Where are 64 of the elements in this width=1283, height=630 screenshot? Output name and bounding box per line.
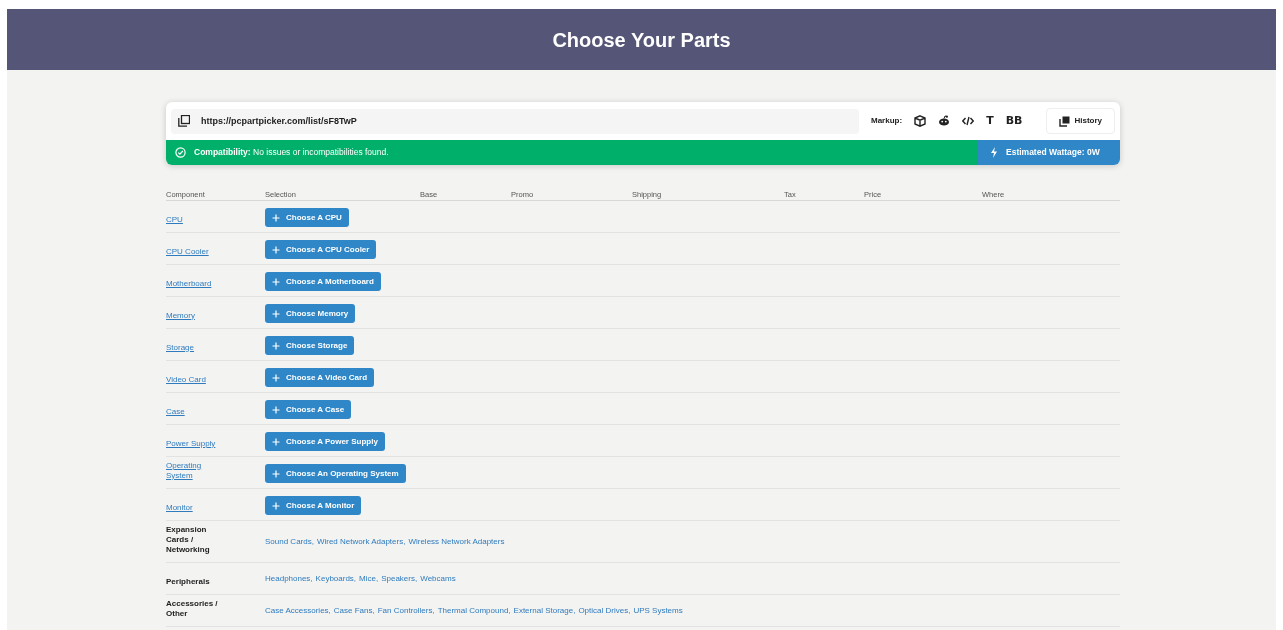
plus-icon [272, 213, 280, 222]
wattage-text: Estimated Wattage: 0W [1006, 146, 1100, 159]
component-link[interactable]: Storage [166, 342, 195, 353]
plus-icon [272, 245, 280, 254]
category-link[interactable]: Case Accessories, [265, 604, 331, 617]
plus-icon [272, 501, 280, 510]
page-title: Choose Your Parts [552, 27, 731, 53]
history-icon [1059, 115, 1071, 127]
component-link[interactable]: Video Card [166, 374, 206, 385]
plus-icon [272, 277, 280, 286]
choose-part-button[interactable]: Choose A Monitor [265, 496, 362, 515]
category-link[interactable]: Headphones, [265, 572, 313, 585]
category-link[interactable]: Keyboards, [315, 572, 357, 585]
choose-part-button[interactable]: Choose A Case [265, 400, 352, 419]
category-link[interactable]: Fan Controllers, [377, 604, 435, 617]
category-link[interactable]: External Storage, [513, 604, 576, 617]
choose-part-button[interactable]: Choose Memory [265, 304, 356, 323]
category-link[interactable]: Optical Drives, [578, 604, 631, 617]
category-link[interactable]: Speakers, [381, 572, 418, 585]
url-field[interactable]: https://pcpartpicker.com/list/sF8TwP [197, 108, 859, 134]
choose-part-button[interactable]: Choose An Operating System [265, 464, 406, 483]
plus-icon [272, 469, 280, 478]
markup-button[interactable]: BB [1005, 112, 1023, 130]
choose-part-button[interactable]: Choose A Motherboard [265, 272, 381, 291]
category-link[interactable]: UPS Systems [633, 604, 683, 617]
plus-icon [272, 309, 280, 318]
category-link[interactable]: Wireless Network Adapters [408, 535, 505, 548]
category-link[interactable]: Webcams [420, 572, 456, 585]
history-button[interactable]: History [1046, 108, 1115, 134]
plus-icon [272, 373, 280, 382]
markup-label: Markup: [871, 115, 903, 127]
plus-icon [272, 437, 280, 446]
category-label: Accessories / Other [166, 598, 218, 619]
category-link[interactable]: Sound Cards, [265, 535, 314, 548]
component-link[interactable]: Operating System [166, 460, 218, 481]
category-link[interactable]: Case Fans, [333, 604, 375, 617]
choose-part-button[interactable]: Choose A CPU Cooler [265, 240, 377, 259]
component-link[interactable]: Memory [166, 310, 195, 321]
component-link[interactable]: CPU [166, 214, 183, 225]
choose-part-button[interactable]: Choose A CPU [265, 208, 349, 227]
copy-icon [178, 115, 190, 127]
category-link[interactable]: Wired Network Adapters, [316, 535, 406, 548]
plus-icon [272, 341, 280, 350]
lightning-icon [990, 147, 998, 158]
markup-button[interactable]: T [986, 112, 994, 130]
compatibility-message: Compatibility: No issues or incompatibilities found. [194, 146, 389, 159]
component-link[interactable]: CPU Cooler [166, 246, 209, 257]
copy-button[interactable] [171, 108, 197, 134]
component-link[interactable]: Power Supply [166, 438, 216, 449]
choose-part-button[interactable]: Choose A Power Supply [265, 432, 385, 451]
category-link[interactable]: Mice, [359, 572, 379, 585]
choose-part-button[interactable]: Choose Storage [265, 336, 355, 355]
component-link[interactable]: Case [166, 406, 185, 417]
component-link[interactable]: Monitor [166, 502, 193, 513]
plus-icon [272, 405, 280, 414]
component-link[interactable]: Motherboard [166, 278, 212, 289]
check-circle-icon [175, 147, 186, 158]
category-link[interactable]: Thermal Compound, [437, 604, 511, 617]
box-icon[interactable] [914, 115, 927, 127]
code-icon[interactable] [962, 115, 975, 127]
category-label: Expansion Cards / Networking [166, 524, 211, 555]
category-label: Peripherals [166, 576, 210, 587]
robot-face-icon[interactable] [938, 115, 951, 127]
choose-part-button[interactable]: Choose A Video Card [265, 368, 375, 387]
